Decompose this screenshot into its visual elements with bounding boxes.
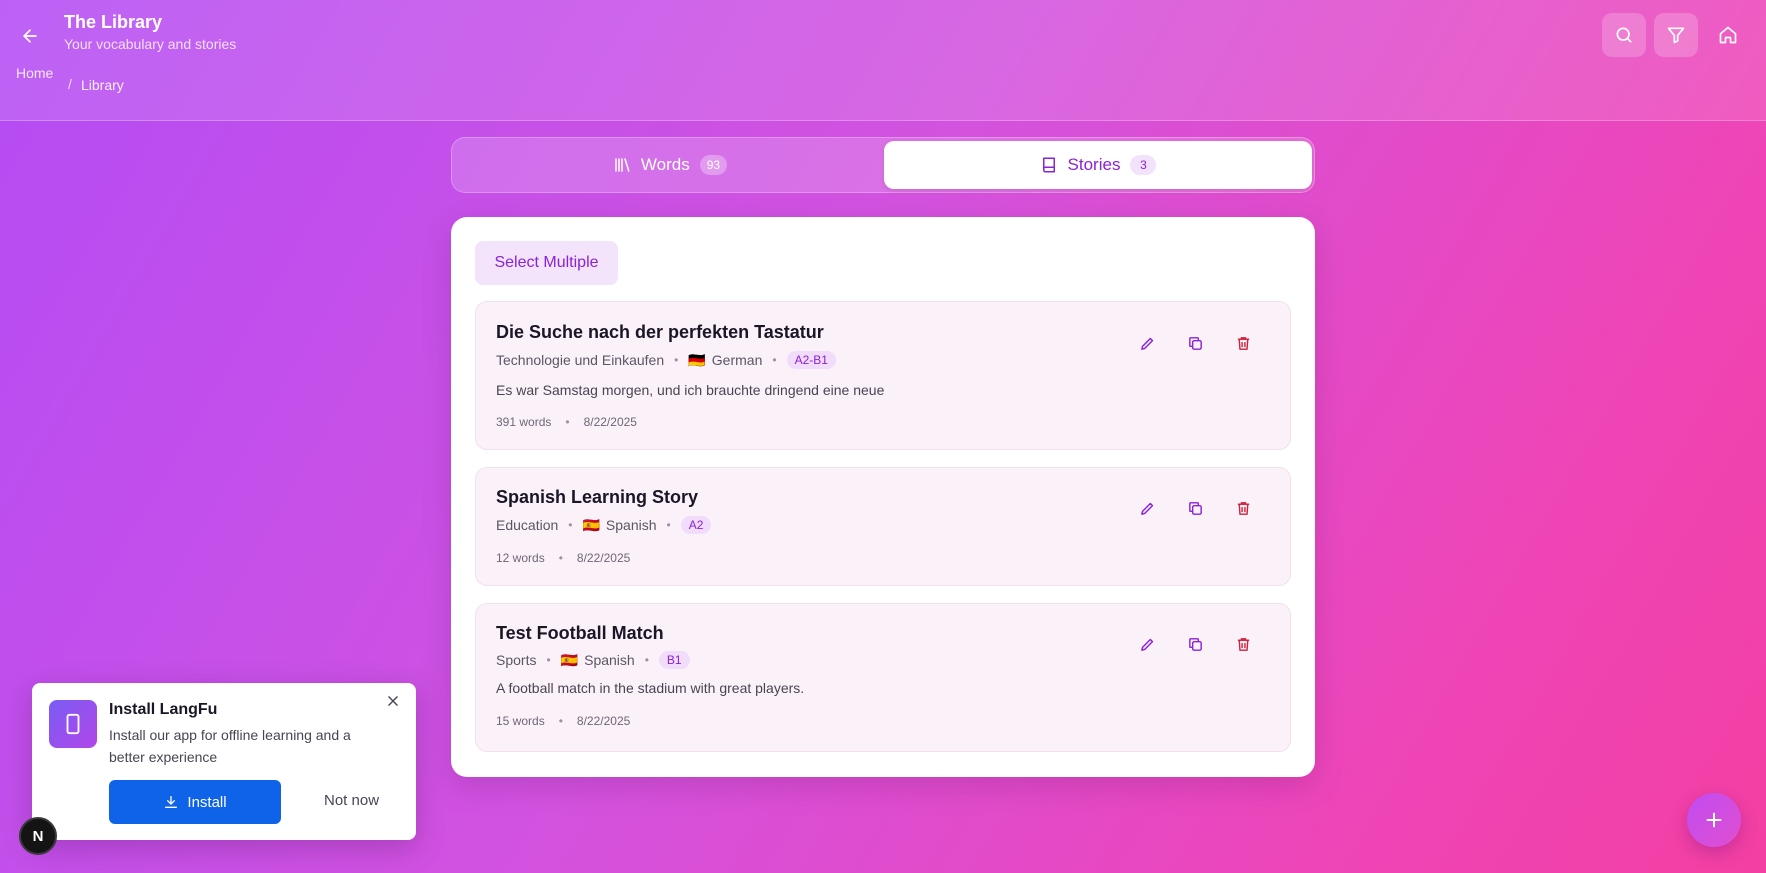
- trash-icon: [1237, 336, 1249, 350]
- story-date: 8/22/2025: [576, 551, 631, 565]
- story-description: A football match in the stadium with gre…: [496, 680, 805, 696]
- library-tabs: Words 93 Stories 3: [451, 137, 1315, 193]
- meta-separator: •: [558, 551, 563, 565]
- pencil-icon: [1140, 337, 1153, 350]
- search-button[interactable]: [1602, 13, 1646, 57]
- story-card[interactable]: Test Football Match Sports • 🇪🇸 Spanish …: [475, 603, 1291, 752]
- trash-icon: [1237, 637, 1249, 651]
- story-topic: Technologie und Einkaufen: [496, 352, 665, 368]
- tab-words[interactable]: Words 93: [456, 141, 884, 189]
- meta-separator: •: [674, 353, 679, 367]
- flag-icon: 🇪🇸: [582, 516, 600, 533]
- story-card[interactable]: Die Suche nach der perfekten Tastatur Te…: [475, 301, 1291, 450]
- word-count: 15 words: [496, 714, 545, 728]
- copy-icon: [1188, 501, 1202, 515]
- meta-separator: •: [558, 714, 563, 728]
- story-date: 8/22/2025: [576, 714, 631, 728]
- breadcrumb-current: Library: [81, 77, 124, 93]
- page-title: The Library: [64, 12, 163, 32]
- story-footer: 391 words • 8/22/2025: [496, 415, 637, 429]
- story-topic: Education: [496, 517, 559, 533]
- tab-words-label: Words: [640, 155, 690, 174]
- word-count: 12 words: [496, 551, 545, 565]
- story-meta: Sports • 🇪🇸 Spanish • B1: [496, 651, 690, 669]
- book-icon: [1042, 157, 1055, 173]
- install-description: Install our app for offline learning and…: [109, 727, 351, 765]
- select-multiple-button[interactable]: Select Multiple: [475, 241, 618, 285]
- copy-icon: [1188, 336, 1202, 350]
- install-prompt: Install LangFu Install our app for offli…: [32, 683, 416, 840]
- story-footer: 15 words • 8/22/2025: [496, 714, 630, 728]
- trash-icon: [1237, 501, 1249, 515]
- story-language: German: [711, 352, 763, 368]
- meta-separator: •: [565, 415, 570, 429]
- search-icon: [1616, 27, 1632, 43]
- story-meta: Technologie und Einkaufen • 🇩🇪 German • …: [496, 351, 836, 369]
- install-title: Install LangFu: [109, 701, 218, 718]
- add-story-button[interactable]: [1687, 793, 1741, 847]
- story-title: Spanish Learning Story: [496, 487, 699, 507]
- not-now-button[interactable]: Not now: [324, 792, 379, 809]
- install-button-label: Install: [187, 793, 227, 811]
- duplicate-button[interactable]: [1180, 328, 1210, 358]
- home-icon: [1719, 26, 1737, 44]
- level-badge: A2: [680, 516, 712, 534]
- flag-icon: 🇩🇪: [688, 351, 706, 368]
- home-button[interactable]: [1706, 13, 1750, 57]
- filter-icon: [1667, 27, 1685, 44]
- meta-separator: •: [546, 653, 551, 667]
- edit-button[interactable]: [1132, 493, 1162, 523]
- filter-button[interactable]: [1654, 13, 1698, 57]
- plus-icon: [1706, 812, 1722, 828]
- meta-separator: •: [772, 353, 777, 367]
- meta-separator: •: [644, 653, 649, 667]
- arrow-left-icon: [23, 29, 37, 43]
- breadcrumb-home[interactable]: Home: [16, 65, 53, 81]
- back-button[interactable]: [14, 20, 46, 52]
- copy-icon: [1188, 637, 1202, 651]
- story-title: Die Suche nach der perfekten Tastatur: [496, 322, 824, 342]
- dev-tools-badge[interactable]: N: [19, 817, 57, 855]
- page-subtitle: Your vocabulary and stories: [64, 36, 237, 52]
- level-badge: A2-B1: [786, 351, 836, 369]
- delete-button[interactable]: [1228, 328, 1258, 358]
- meta-separator: •: [666, 518, 671, 532]
- install-button[interactable]: Install: [109, 780, 281, 824]
- app-header: The Library Your vocabulary and stories …: [0, 0, 1766, 121]
- stories-panel: Select Multiple Die Suche nach der perfe…: [451, 217, 1315, 777]
- story-meta: Education • 🇪🇸 Spanish • A2: [496, 516, 712, 534]
- delete-button[interactable]: [1228, 629, 1258, 659]
- story-card[interactable]: Spanish Learning Story Education • 🇪🇸 Sp…: [475, 467, 1291, 586]
- app-icon: [49, 700, 97, 748]
- story-language: Spanish: [584, 652, 635, 668]
- flag-icon: 🇪🇸: [560, 651, 579, 668]
- story-description: Es war Samstag morgen, und ich brauchte …: [496, 382, 885, 398]
- close-button[interactable]: [381, 689, 405, 713]
- close-icon: [388, 696, 398, 706]
- download-icon: [165, 796, 178, 808]
- tab-stories-label: Stories: [1067, 155, 1121, 174]
- story-date: 8/22/2025: [583, 415, 637, 429]
- library-icon: [615, 158, 630, 172]
- edit-button[interactable]: [1132, 328, 1162, 358]
- story-title: Test Football Match: [496, 623, 664, 643]
- tab-stories-count: 3: [1130, 155, 1157, 175]
- duplicate-button[interactable]: [1180, 493, 1210, 523]
- duplicate-button[interactable]: [1180, 629, 1210, 659]
- word-count: 391 words: [496, 415, 552, 429]
- tab-stories[interactable]: Stories 3: [884, 141, 1312, 189]
- tab-words-count: 93: [699, 155, 728, 175]
- story-topic: Sports: [496, 652, 537, 668]
- delete-button[interactable]: [1228, 493, 1258, 523]
- smartphone-icon: [66, 713, 80, 735]
- edit-button[interactable]: [1132, 629, 1162, 659]
- level-badge: B1: [658, 651, 690, 669]
- meta-separator: •: [568, 518, 573, 532]
- pencil-icon: [1140, 502, 1153, 515]
- story-footer: 12 words • 8/22/2025: [496, 551, 630, 565]
- breadcrumb-separator: /: [68, 76, 72, 92]
- pencil-icon: [1140, 638, 1153, 651]
- story-language: Spanish: [605, 517, 657, 533]
